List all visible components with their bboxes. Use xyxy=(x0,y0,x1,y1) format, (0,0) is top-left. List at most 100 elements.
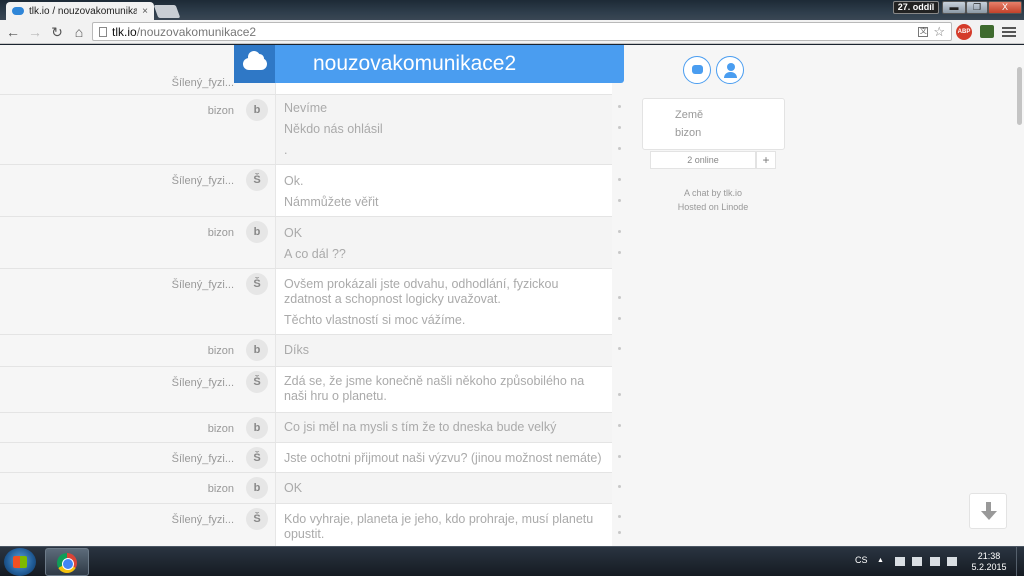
message-author[interactable]: bizon xyxy=(208,105,234,117)
user-profile-button[interactable] xyxy=(716,56,744,84)
minimize-button[interactable]: ▬ xyxy=(942,1,966,14)
avatar[interactable]: b xyxy=(246,339,268,361)
windows-taskbar: CS ▲ 21:38 5.2.2015 xyxy=(0,546,1024,576)
message-timestamp-dot[interactable] xyxy=(618,531,621,534)
chat-message: Zdá se, že jsme konečně našli někoho způ… xyxy=(0,367,621,413)
message-timestamp-dot[interactable] xyxy=(618,347,621,350)
start-button[interactable] xyxy=(4,548,36,576)
message-author[interactable]: Šílený_fyzi... xyxy=(172,514,234,526)
home-button[interactable]: ⌂ xyxy=(70,23,88,41)
message-timestamp-dot[interactable] xyxy=(618,455,621,458)
message-timestamp-dot[interactable] xyxy=(618,251,621,254)
message-text: Ok. xyxy=(284,174,304,188)
avatar[interactable]: Š xyxy=(246,273,268,295)
message-author[interactable]: Šílený_fyzi... xyxy=(172,279,234,291)
network-signal-icon[interactable] xyxy=(930,557,940,566)
volume-icon[interactable] xyxy=(947,557,957,566)
tlkio-cloud-icon xyxy=(12,7,24,15)
speech-bubble-icon xyxy=(692,65,703,74)
maximize-button[interactable]: ❐ xyxy=(966,1,988,14)
page-scrollbar[interactable] xyxy=(1017,67,1022,125)
avatar[interactable]: Š xyxy=(246,371,268,393)
online-count[interactable]: 2 online xyxy=(650,151,756,169)
message-timestamp-dot[interactable] xyxy=(618,485,621,488)
avatar[interactable]: b xyxy=(246,221,268,243)
cloud-icon xyxy=(242,51,267,70)
system-clock[interactable]: 21:38 5.2.2015 xyxy=(966,551,1012,573)
message-author[interactable]: bizon xyxy=(208,423,234,435)
message-timestamp-dot[interactable] xyxy=(618,515,621,518)
chat-view-button[interactable] xyxy=(683,56,711,84)
message-text: Nevíme xyxy=(284,101,328,115)
credit-linode[interactable]: Hosted on Linode xyxy=(650,202,776,212)
message-timestamp-dot[interactable] xyxy=(618,199,621,202)
message-timestamp-dot[interactable] xyxy=(618,126,621,129)
message-timestamp-dot[interactable] xyxy=(618,178,621,181)
message-timestamp-dot[interactable] xyxy=(618,147,621,150)
message-timestamp-dot[interactable] xyxy=(618,105,621,108)
message-author[interactable]: Šílený_fyzi... xyxy=(172,175,234,187)
chat-message: Ok. Námmůžete věřit Šílený_fyzi... Š xyxy=(0,165,621,217)
translate-icon[interactable]: 文 xyxy=(918,26,929,37)
display-icon[interactable] xyxy=(912,557,922,566)
avatar[interactable]: Š xyxy=(246,447,268,469)
message-author[interactable]: Šílený_fyzi... xyxy=(172,77,234,89)
tray-expand-icon[interactable]: ▲ xyxy=(877,557,884,564)
participants-list: Země bizon xyxy=(642,98,785,150)
bookmark-star-icon[interactable]: ☆ xyxy=(933,24,945,40)
add-participant-button[interactable]: + xyxy=(756,151,776,169)
browser-tab[interactable]: tlk.io / nouzovakomunikace2 × xyxy=(6,2,154,20)
avatar[interactable]: b xyxy=(246,477,268,499)
message-timestamp-dot[interactable] xyxy=(618,296,621,299)
message-text: Kdo vyhraje, planeta je jeho, kdo prohra… xyxy=(284,512,594,526)
message-text: . xyxy=(284,143,288,157)
message-text: OK xyxy=(284,481,303,495)
close-window-button[interactable]: X xyxy=(988,1,1022,14)
tab-close-icon[interactable]: × xyxy=(142,6,148,17)
message-body: Nevíme Někdo nás ohlásil. xyxy=(275,95,612,164)
message-author[interactable]: bizon xyxy=(208,227,234,239)
language-indicator[interactable]: CS xyxy=(855,555,868,565)
message-timestamp-dot[interactable] xyxy=(618,393,621,396)
message-timestamp-dot[interactable] xyxy=(618,317,621,320)
avatar[interactable]: b xyxy=(246,99,268,121)
adblock-plus-icon[interactable]: ABP xyxy=(956,24,972,40)
message-text: Ovšem prokázali jste odvahu, odhodlání, … xyxy=(284,277,559,291)
window-profile-badge[interactable]: 27. oddíl xyxy=(893,1,939,14)
url-path: /nouzovakomunikace2 xyxy=(136,24,257,39)
action-center-flag-icon[interactable] xyxy=(895,557,905,566)
room-header: nouzovakomunikace2 xyxy=(234,45,624,83)
back-button[interactable]: ← xyxy=(4,23,22,41)
new-tab-button[interactable] xyxy=(153,5,181,18)
forward-button[interactable]: → xyxy=(26,23,44,41)
credit-tlkio[interactable]: A chat by tlk.io xyxy=(650,188,776,198)
chat-page: Šílený_fyzi... Nevíme Někdo nás ohlásil. bi… xyxy=(0,45,1024,546)
tlkio-logo[interactable] xyxy=(234,45,275,83)
extension-icon[interactable] xyxy=(980,25,994,38)
message-timestamp-dot[interactable] xyxy=(618,424,621,427)
address-bar[interactable]: tlk.io/nouzovakomunikace2 文 ☆ xyxy=(92,22,952,41)
message-author[interactable]: Šílený_fyzi... xyxy=(172,377,234,389)
message-body: Ovšem prokázali jste odvahu, odhodlání, … xyxy=(275,269,612,334)
avatar[interactable]: Š xyxy=(246,508,268,530)
scroll-to-bottom-button[interactable] xyxy=(969,493,1007,529)
message-timestamp-dot[interactable] xyxy=(618,230,621,233)
chat-message: Jste ochotni přijmout naši výzvu? (jinou… xyxy=(0,443,621,473)
message-author[interactable]: bizon xyxy=(208,345,234,357)
message-text: OK xyxy=(284,226,303,240)
chrome-menu-icon[interactable] xyxy=(1002,25,1016,39)
reload-button[interactable]: ↻ xyxy=(48,23,66,41)
avatar[interactable]: b xyxy=(246,417,268,439)
participant-name[interactable]: bizon xyxy=(675,127,701,139)
message-text: Jste ochotni přijmout naši výzvu? (jinou… xyxy=(284,451,602,465)
browser-titlebar: tlk.io / nouzovakomunikace2 × 27. oddíl … xyxy=(0,0,1024,20)
avatar[interactable]: Š xyxy=(246,169,268,191)
show-desktop-button[interactable] xyxy=(1016,547,1024,576)
tab-title: tlk.io / nouzovakomunikace2 xyxy=(29,5,138,17)
message-author[interactable]: bizon xyxy=(208,483,234,495)
participant-name[interactable]: Země xyxy=(675,109,703,121)
message-author[interactable]: Šílený_fyzi... xyxy=(172,453,234,465)
message-text: A co dál ?? xyxy=(284,247,346,261)
message-body: OK A co dál ?? xyxy=(275,217,612,268)
taskbar-chrome-button[interactable] xyxy=(45,548,89,576)
